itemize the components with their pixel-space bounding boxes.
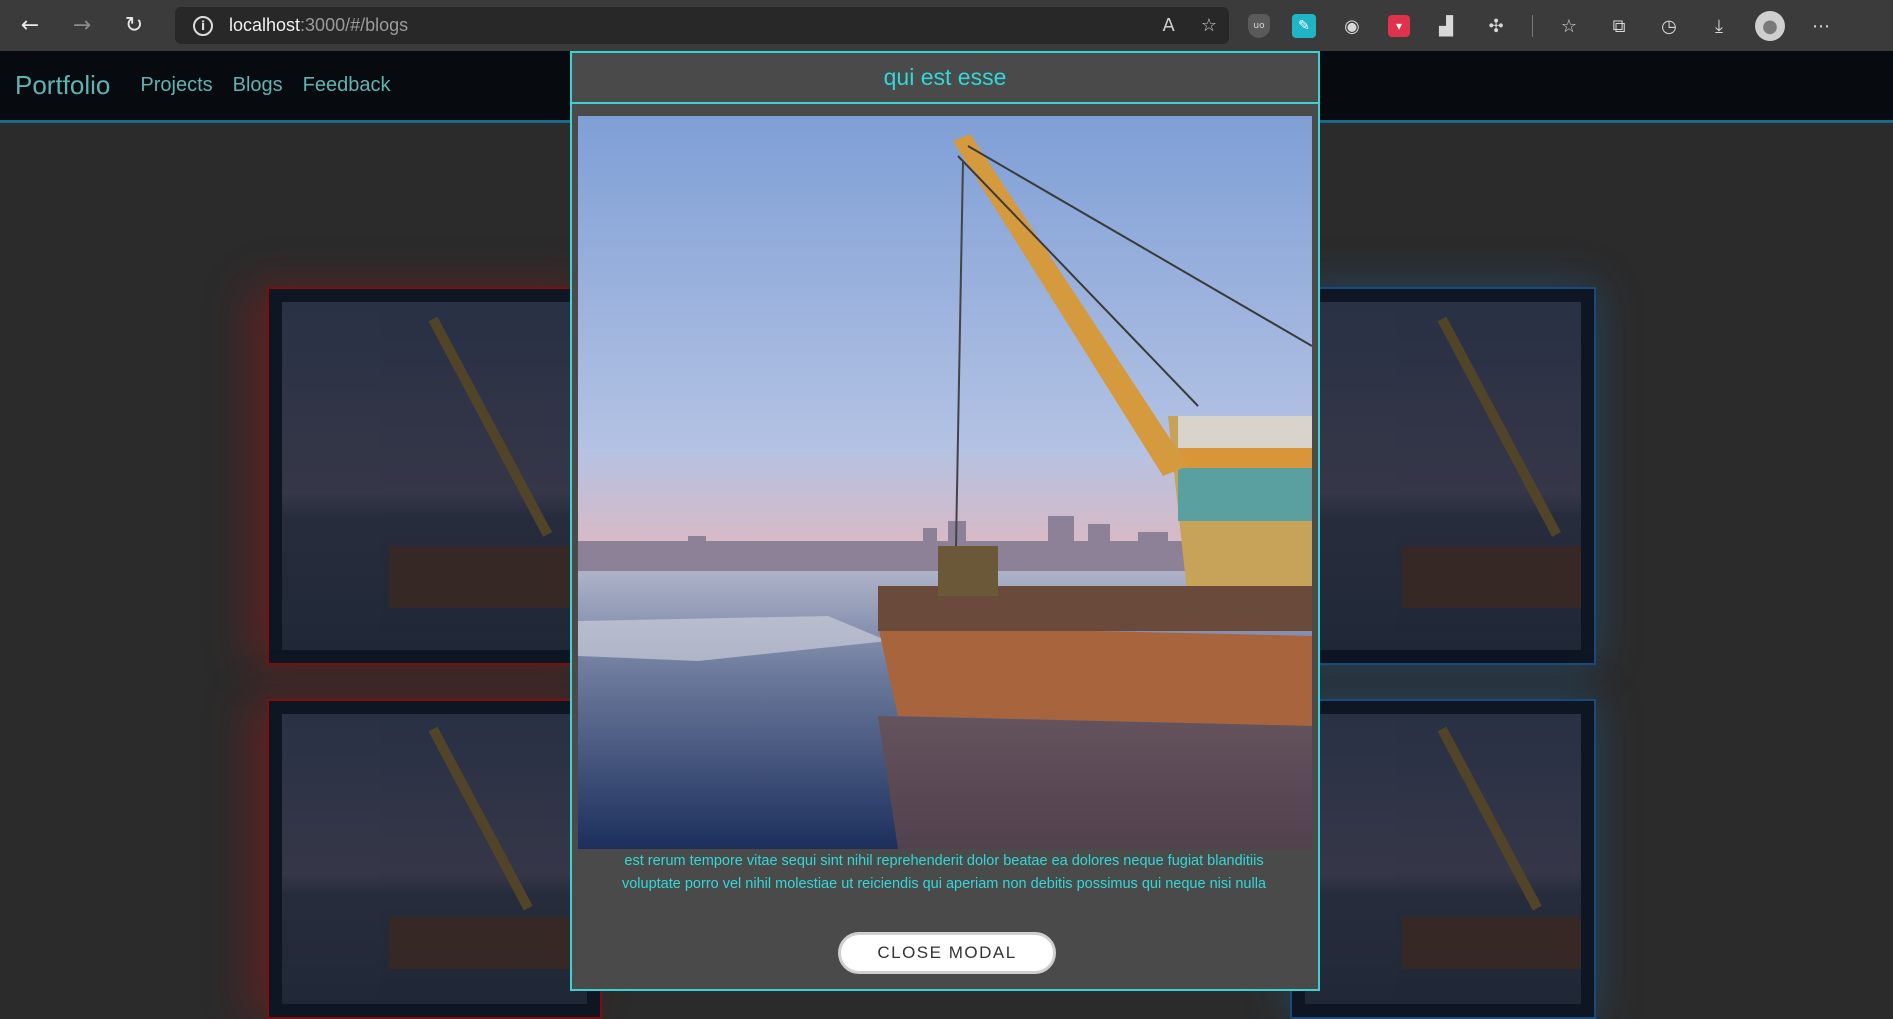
address-bar[interactable]: i localhost:3000/#/blogs A ☆ <box>175 7 1229 44</box>
brand-logo[interactable]: Portfolio <box>15 70 110 101</box>
add-favorite-icon[interactable]: ☆ <box>1201 15 1217 36</box>
history-icon[interactable]: ◷ <box>1655 12 1683 40</box>
modal-image <box>578 116 1312 849</box>
nav-projects[interactable]: Projects <box>140 74 212 97</box>
blog-modal: qui est esse est rerum tempore vitae seq… <box>570 51 1320 991</box>
blog-card-image <box>1305 302 1581 650</box>
favorites-icon[interactable]: ☆ <box>1555 12 1583 40</box>
modal-header: qui est esse <box>572 53 1318 104</box>
nav-feedback[interactable]: Feedback <box>303 74 391 97</box>
collections-icon[interactable]: ⧉ <box>1605 12 1633 40</box>
glasses-extension-icon[interactable]: ◉ <box>1338 12 1366 40</box>
blog-card-image <box>282 714 587 1004</box>
modal-title: qui est esse <box>883 64 1007 90</box>
toolbar-divider <box>1532 15 1533 37</box>
read-aloud-icon[interactable]: A <box>1163 15 1175 36</box>
more-menu-icon[interactable]: ⋯ <box>1807 12 1835 40</box>
nav-blogs[interactable]: Blogs <box>233 74 283 97</box>
blog-card[interactable] <box>1290 287 1596 665</box>
site-nav: Projects Blogs Feedback <box>140 74 390 97</box>
profile-avatar-icon[interactable]: ● <box>1755 11 1785 41</box>
ublock-extension-icon[interactable]: uo <box>1248 14 1270 38</box>
blog-card-image <box>282 302 587 650</box>
blog-card-image <box>1305 714 1581 1004</box>
extensions-icon[interactable]: ✣ <box>1482 12 1510 40</box>
browser-toolbar: ← → ↻ i localhost:3000/#/blogs A ☆ uo ✎ … <box>0 0 1893 51</box>
close-modal-button[interactable]: CLOSE MODAL <box>838 932 1056 974</box>
blog-card[interactable] <box>267 287 602 665</box>
modal-body-text: est rerum tempore vitae sequi sint nihil… <box>621 853 1266 892</box>
site-info-icon[interactable]: i <box>193 15 213 36</box>
stats-extension-icon[interactable]: ▟ <box>1432 12 1460 40</box>
back-icon[interactable]: ← <box>8 4 52 48</box>
crane-ship-photo <box>578 116 1312 849</box>
forward-icon[interactable]: → <box>60 4 104 48</box>
downloads-icon[interactable]: ⤓ <box>1705 12 1733 40</box>
refresh-icon[interactable]: ↻ <box>112 4 156 48</box>
blog-card[interactable] <box>267 699 602 1019</box>
pocket-extension-icon[interactable]: ▾ <box>1388 15 1410 37</box>
pen-extension-icon[interactable]: ✎ <box>1292 14 1316 38</box>
blog-card[interactable] <box>1290 699 1596 1019</box>
url-text[interactable]: localhost:3000/#/blogs <box>229 15 408 36</box>
